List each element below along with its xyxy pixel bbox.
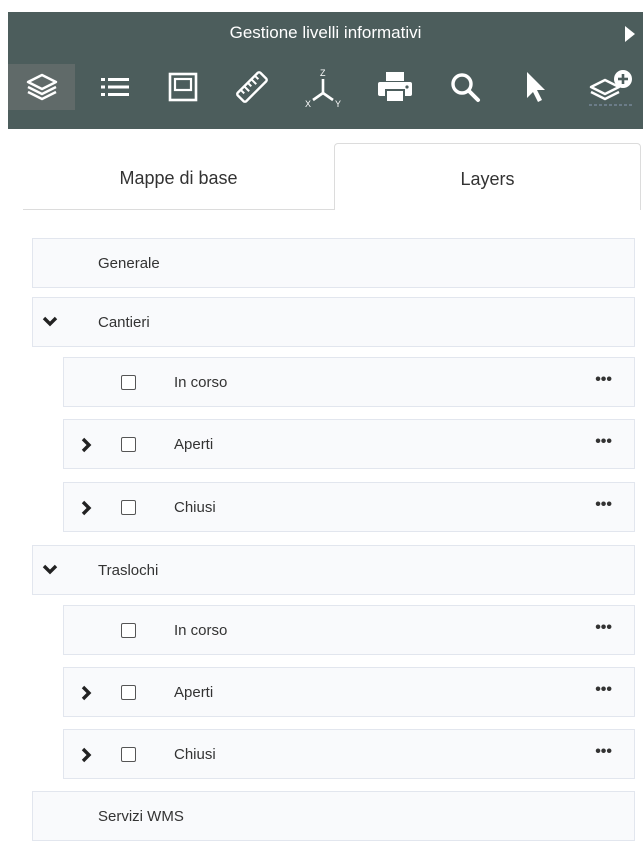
chevron-down-icon[interactable] bbox=[42, 564, 58, 576]
layer-cantieri-chiusi[interactable]: Chiusi ••• bbox=[63, 482, 635, 532]
layers-icon bbox=[26, 73, 57, 101]
group-label: Servizi WMS bbox=[98, 808, 184, 825]
layer-checkbox[interactable] bbox=[121, 437, 136, 452]
axis-label-z: Z bbox=[320, 68, 326, 78]
print-tool-button[interactable] bbox=[368, 64, 422, 110]
group-label: Cantieri bbox=[98, 314, 150, 331]
more-options-icon[interactable]: ••• bbox=[595, 497, 612, 513]
chevron-down-icon[interactable] bbox=[42, 316, 58, 328]
chevron-right-icon[interactable] bbox=[81, 747, 93, 763]
coordinates-tool-button[interactable]: Z X Y bbox=[298, 64, 348, 110]
layer-label: In corso bbox=[174, 374, 228, 391]
list-tool-button[interactable] bbox=[90, 64, 140, 110]
tab-base-maps[interactable]: Mappe di base bbox=[23, 143, 334, 210]
layer-cantieri-aperti[interactable]: Aperti ••• bbox=[63, 419, 635, 469]
layer-traslochi-in-corso[interactable]: In corso ••• bbox=[63, 605, 635, 655]
frame-tool-button[interactable] bbox=[158, 64, 208, 110]
add-layer-icon bbox=[589, 70, 633, 106]
printer-icon bbox=[378, 72, 412, 103]
group-label: Traslochi bbox=[98, 562, 159, 579]
chevron-right-icon[interactable] bbox=[81, 437, 93, 453]
layer-checkbox[interactable] bbox=[121, 375, 136, 390]
group-generale[interactable]: Generale bbox=[32, 238, 635, 288]
chevron-right-icon[interactable] bbox=[81, 500, 93, 516]
layer-traslochi-aperti[interactable]: Aperti ••• bbox=[63, 667, 635, 717]
group-servizi-wms[interactable]: Servizi WMS bbox=[32, 791, 635, 841]
panel-title: Gestione livelli informativi bbox=[229, 23, 422, 42]
layer-checkbox[interactable] bbox=[121, 500, 136, 515]
pointer-icon bbox=[527, 72, 545, 102]
more-options-icon[interactable]: ••• bbox=[595, 744, 612, 760]
more-options-icon[interactable]: ••• bbox=[595, 682, 612, 698]
group-label: Generale bbox=[98, 255, 160, 272]
layer-cantieri-in-corso[interactable]: In corso ••• bbox=[63, 357, 635, 407]
more-options-icon[interactable]: ••• bbox=[595, 434, 612, 450]
layer-checkbox[interactable] bbox=[121, 747, 136, 762]
toolbar-panel: Gestione livelli informativi Z X Y bbox=[8, 12, 643, 129]
axis-label-x: X bbox=[305, 99, 311, 109]
layers-tool-button[interactable] bbox=[8, 64, 75, 110]
chevron-right-icon[interactable] bbox=[81, 685, 93, 701]
frame-icon bbox=[168, 72, 198, 102]
ruler-icon bbox=[236, 71, 268, 103]
add-layer-tool-button[interactable] bbox=[580, 64, 640, 110]
select-tool-button[interactable] bbox=[512, 64, 560, 110]
layer-label: In corso bbox=[174, 622, 228, 639]
layer-label: Aperti bbox=[174, 436, 214, 453]
layer-label: Aperti bbox=[174, 684, 214, 701]
layer-checkbox[interactable] bbox=[121, 685, 136, 700]
tab-layers[interactable]: Layers bbox=[334, 143, 641, 210]
measure-tool-button[interactable] bbox=[226, 64, 278, 110]
search-tool-button[interactable] bbox=[440, 64, 490, 110]
collapse-arrow-icon[interactable] bbox=[625, 26, 635, 42]
more-options-icon[interactable]: ••• bbox=[595, 372, 612, 388]
xyz-axes-icon: Z X Y bbox=[305, 68, 341, 109]
list-icon bbox=[101, 78, 129, 96]
layer-traslochi-chiusi[interactable]: Chiusi ••• bbox=[63, 729, 635, 779]
layer-label: Chiusi bbox=[174, 499, 216, 516]
search-icon bbox=[451, 73, 480, 102]
group-traslochi[interactable]: Traslochi bbox=[32, 545, 635, 595]
axis-label-y: Y bbox=[335, 99, 341, 109]
layer-checkbox[interactable] bbox=[121, 623, 136, 638]
layer-label: Chiusi bbox=[174, 746, 216, 763]
group-cantieri[interactable]: Cantieri bbox=[32, 297, 635, 347]
more-options-icon[interactable]: ••• bbox=[595, 620, 612, 636]
panel-tabs: Mappe di base Layers bbox=[23, 143, 641, 210]
